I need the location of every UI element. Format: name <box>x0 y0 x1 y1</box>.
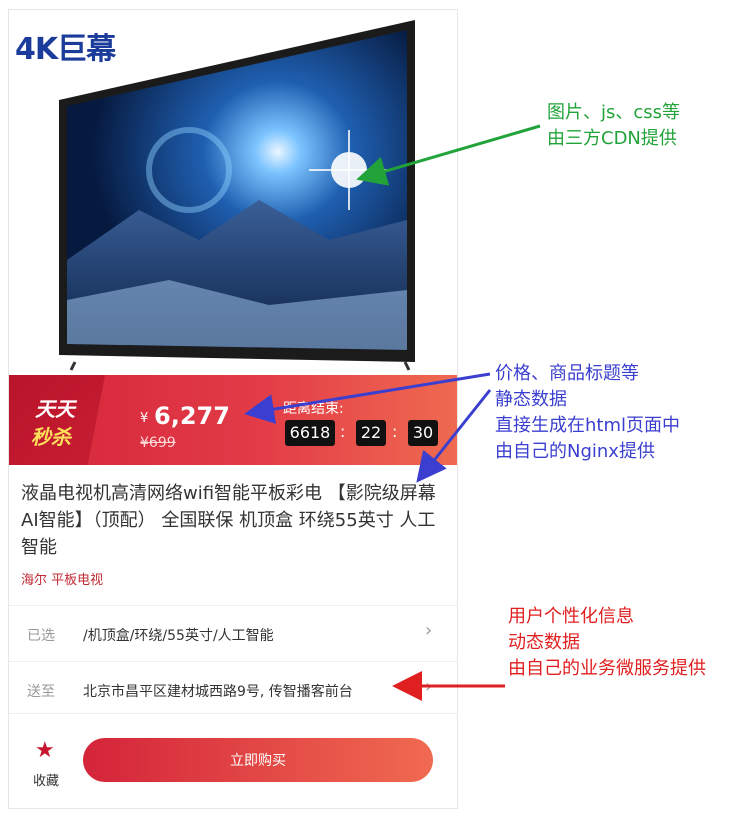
countdown-minutes: 30 <box>408 420 438 446</box>
seckill-line2: 秒杀 <box>31 425 71 449</box>
price: 6,277 <box>154 402 230 430</box>
annotation-line: 由自己的Nginx提供 <box>495 441 655 462</box>
chevron-right-icon[interactable]: › <box>425 620 432 641</box>
annotation-dynamic: 用户个性化信息 动态数据 由自己的业务微服务提供 <box>508 604 706 682</box>
annotation-line: 由三方CDN提供 <box>547 128 677 149</box>
countdown-separator: : <box>392 422 398 441</box>
price-symbol: ¥ <box>140 411 149 426</box>
divider <box>9 605 457 606</box>
product-card: 4K巨幕 天天 秒杀 ¥ 6,277 ¥699 距离结束: 6618 : 22 … <box>8 9 458 809</box>
annotation-line: 图片、js、css等 <box>547 102 681 123</box>
annotation-static: 价格、商品标题等 静态数据 直接生成在html页面中 由自己的Nginx提供 <box>495 361 680 465</box>
annotation-cdn: 图片、js、css等 由三方CDN提供 <box>547 100 680 152</box>
countdown-hours: 22 <box>356 420 386 446</box>
price-banner: 天天 秒杀 ¥ 6,277 ¥699 距离结束: 6618 : 22 : 30 <box>9 375 457 465</box>
annotation-line: 动态数据 <box>508 632 580 653</box>
annotation-line: 用户个性化信息 <box>508 606 634 627</box>
chevron-right-icon[interactable]: › <box>425 676 432 697</box>
product-image: 4K巨幕 <box>9 10 457 378</box>
ship-address: 北京市昌平区建材城西路9号, 传智播客前台 <box>83 684 353 700</box>
selected-label: 已选 <box>27 628 55 644</box>
product-title: 液晶电视机高清网络wifi智能平板彩电 【影院级屏幕AI智能】（顶配） 全国联保… <box>21 483 436 558</box>
countdown-days: 6618 <box>285 420 335 446</box>
countdown-separator: : <box>340 422 346 441</box>
annotation-line: 由自己的业务微服务提供 <box>508 658 706 679</box>
original-price: ¥699 <box>140 435 176 451</box>
seckill-line1: 天天 <box>35 397 75 421</box>
buy-now-button[interactable]: 立即购买 <box>83 738 433 782</box>
favorite-label[interactable]: 收藏 <box>33 770 59 789</box>
product-tags[interactable]: 海尔 平板电视 <box>21 569 103 588</box>
star-icon[interactable]: ★ <box>35 738 55 763</box>
ship-label: 送至 <box>27 684 55 700</box>
annotation-line: 静态数据 <box>495 389 567 410</box>
seckill-badge: 天天 秒杀 <box>9 375 105 465</box>
divider <box>9 661 457 662</box>
countdown-label: 距离结束: <box>283 401 344 417</box>
annotation-line: 直接生成在html页面中 <box>495 415 681 436</box>
annotation-line: 价格、商品标题等 <box>495 363 639 384</box>
divider <box>9 713 457 714</box>
selected-value: /机顶盒/环绕/55英寸/人工智能 <box>83 628 274 644</box>
image-badge: 4K巨幕 <box>15 32 116 67</box>
